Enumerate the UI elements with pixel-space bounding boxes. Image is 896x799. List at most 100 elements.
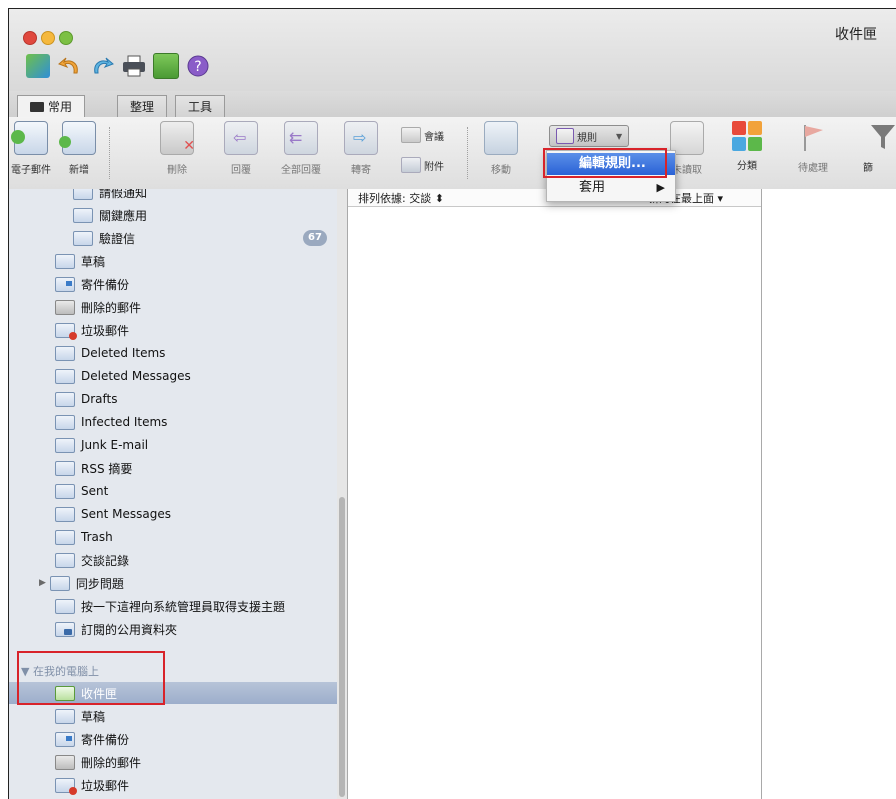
folder-item[interactable]: Junk E-mail — [55, 434, 148, 456]
public-folder-icon — [55, 621, 75, 637]
disclosure-triangle-icon[interactable]: ▶ — [39, 578, 46, 588]
help-icon[interactable]: ? — [183, 51, 213, 81]
trash-folder-icon — [55, 299, 75, 315]
folder-icon — [73, 207, 93, 223]
tab-tools[interactable]: 工具 — [175, 95, 226, 118]
meeting-button[interactable]: 會議 — [401, 127, 444, 143]
folder-item[interactable]: 草稿 — [55, 250, 105, 272]
folder-icon — [55, 483, 75, 499]
folder-icon — [55, 368, 75, 384]
sent-folder-icon — [55, 276, 75, 292]
unread-count-badge: 67 — [303, 230, 327, 246]
email-button[interactable]: 電子郵件 — [9, 121, 53, 176]
apply-rules-menu-item[interactable]: 套用 ▶ — [547, 177, 675, 199]
folder-item[interactable]: 訂閱的公用資料夾 — [55, 618, 177, 640]
folder-item[interactable]: 交談記錄 — [55, 549, 129, 571]
envelope-icon — [30, 102, 44, 112]
attachment-button[interactable]: 附件 — [401, 157, 444, 173]
outlook-window: 收件匣 ? 常用 整理 工具 電子郵件 新增 ✕ 刪除 ⇦ 回覆 ⇇ 全部回覆 … — [8, 8, 896, 799]
chevron-down-icon: ▼ — [616, 131, 623, 141]
folder-item[interactable]: 按一下這裡向系統管理員取得支援主題 — [55, 595, 285, 617]
junk-folder-icon — [55, 322, 77, 340]
rules-icon — [556, 128, 574, 144]
highlight-box — [543, 148, 667, 178]
move-button[interactable]: 移動 — [479, 121, 523, 176]
folder-item[interactable]: 請假通知 — [73, 189, 147, 203]
reply-icon: ⇦ — [224, 121, 258, 155]
svg-text:?: ? — [194, 59, 201, 75]
folder-item[interactable]: Drafts — [55, 388, 118, 410]
folder-icon — [73, 230, 93, 246]
message-list: 排列依據: 交談 ⬍ 新的在最上面 ▾ — [348, 189, 762, 799]
drafts-folder-icon — [55, 253, 75, 269]
reading-pane — [762, 189, 896, 799]
ribbon-tab-bar: 常用 整理 工具 — [9, 91, 896, 119]
folder-item[interactable]: Infected Items — [55, 411, 167, 433]
folder-item[interactable]: ▶ 同步問題 — [39, 572, 124, 594]
categorize-button[interactable]: 分類 — [725, 121, 769, 172]
folder-item[interactable]: 草稿 — [55, 705, 105, 727]
folder-item[interactable]: RSS 摘要 — [55, 457, 132, 479]
redo-icon[interactable] — [87, 51, 117, 81]
tab-home[interactable]: 常用 — [17, 95, 86, 119]
folder-item[interactable]: 寄件備份 — [55, 728, 129, 750]
folder-item[interactable]: 垃圾郵件 — [55, 774, 129, 796]
trash-folder-icon — [55, 754, 75, 770]
new-item-icon — [59, 121, 96, 155]
delete-button[interactable]: ✕ 刪除 — [159, 121, 195, 176]
folder-item[interactable]: Sent Messages — [55, 503, 171, 525]
send-receive-icon[interactable] — [23, 51, 53, 81]
folder-icon — [55, 345, 75, 361]
folder-item[interactable]: Deleted Messages — [55, 365, 191, 387]
window-title: 收件匣 — [835, 27, 877, 43]
meeting-icon — [401, 127, 421, 143]
folder-item[interactable]: 驗證信 — [73, 227, 135, 249]
sidebar-scrollbar[interactable] — [337, 189, 347, 799]
scrollbar-thumb[interactable] — [339, 497, 345, 797]
folder-item[interactable]: 關鍵應用 — [73, 204, 147, 226]
folder-icon — [55, 552, 75, 568]
title-bar: 收件匣 ? — [9, 9, 896, 91]
forward-button[interactable]: ⇨ 轉寄 — [343, 121, 379, 176]
folder-item[interactable]: Deleted Items — [55, 342, 165, 364]
new-email-icon — [11, 121, 48, 155]
rules-button[interactable]: 規則 ▼ — [549, 125, 630, 147]
folder-icon — [55, 598, 75, 614]
move-folder-icon — [484, 121, 518, 155]
follow-up-button[interactable]: 待處理 — [791, 121, 835, 174]
folder-item[interactable]: 垃圾郵件 — [55, 319, 129, 341]
close-window-button[interactable] — [23, 31, 37, 45]
notes-icon[interactable] — [151, 51, 181, 81]
flag-icon — [797, 121, 829, 153]
highlight-box — [17, 651, 165, 705]
new-item-button[interactable]: 新增 — [57, 121, 101, 176]
folder-icon — [55, 391, 75, 407]
folder-icon — [55, 460, 75, 476]
submenu-arrow-icon: ▶ — [656, 181, 665, 194]
folder-icon — [55, 414, 75, 430]
folder-icon — [55, 437, 75, 453]
forward-icon: ⇨ — [344, 121, 378, 155]
folder-icon — [55, 529, 75, 545]
reply-all-button[interactable]: ⇇ 全部回覆 — [279, 121, 323, 176]
reply-button[interactable]: ⇦ 回覆 — [223, 121, 259, 176]
undo-icon[interactable] — [55, 51, 85, 81]
filter-button[interactable]: 篩 — [863, 121, 896, 174]
folder-pane: 請假通知 關鍵應用 驗證信 67 草稿 寄件備份 刪除的郵件 垃圾郵件 Dele… — [9, 189, 348, 799]
folder-item[interactable]: Sent — [55, 480, 108, 502]
folder-item[interactable]: 刪除的郵件 — [55, 751, 141, 773]
reply-all-icon: ⇇ — [284, 121, 318, 155]
zoom-window-button[interactable] — [59, 31, 73, 45]
folder-icon — [73, 189, 93, 200]
minimize-window-button[interactable] — [41, 31, 55, 45]
folder-item[interactable]: Trash — [55, 526, 113, 548]
sort-by-dropdown[interactable]: 排列依據: 交談 ⬍ — [358, 190, 444, 206]
drafts-folder-icon — [55, 708, 75, 724]
junk-folder-icon — [55, 777, 77, 795]
folder-item[interactable]: 寄件備份 — [55, 273, 129, 295]
folder-item[interactable]: 刪除的郵件 — [55, 296, 141, 318]
funnel-icon — [867, 121, 896, 153]
ribbon-home: 電子郵件 新增 ✕ 刪除 ⇦ 回覆 ⇇ 全部回覆 ⇨ 轉寄 會議 附件 移動 規… — [9, 117, 896, 190]
tab-organize[interactable]: 整理 — [117, 95, 168, 118]
print-icon[interactable] — [119, 51, 149, 81]
